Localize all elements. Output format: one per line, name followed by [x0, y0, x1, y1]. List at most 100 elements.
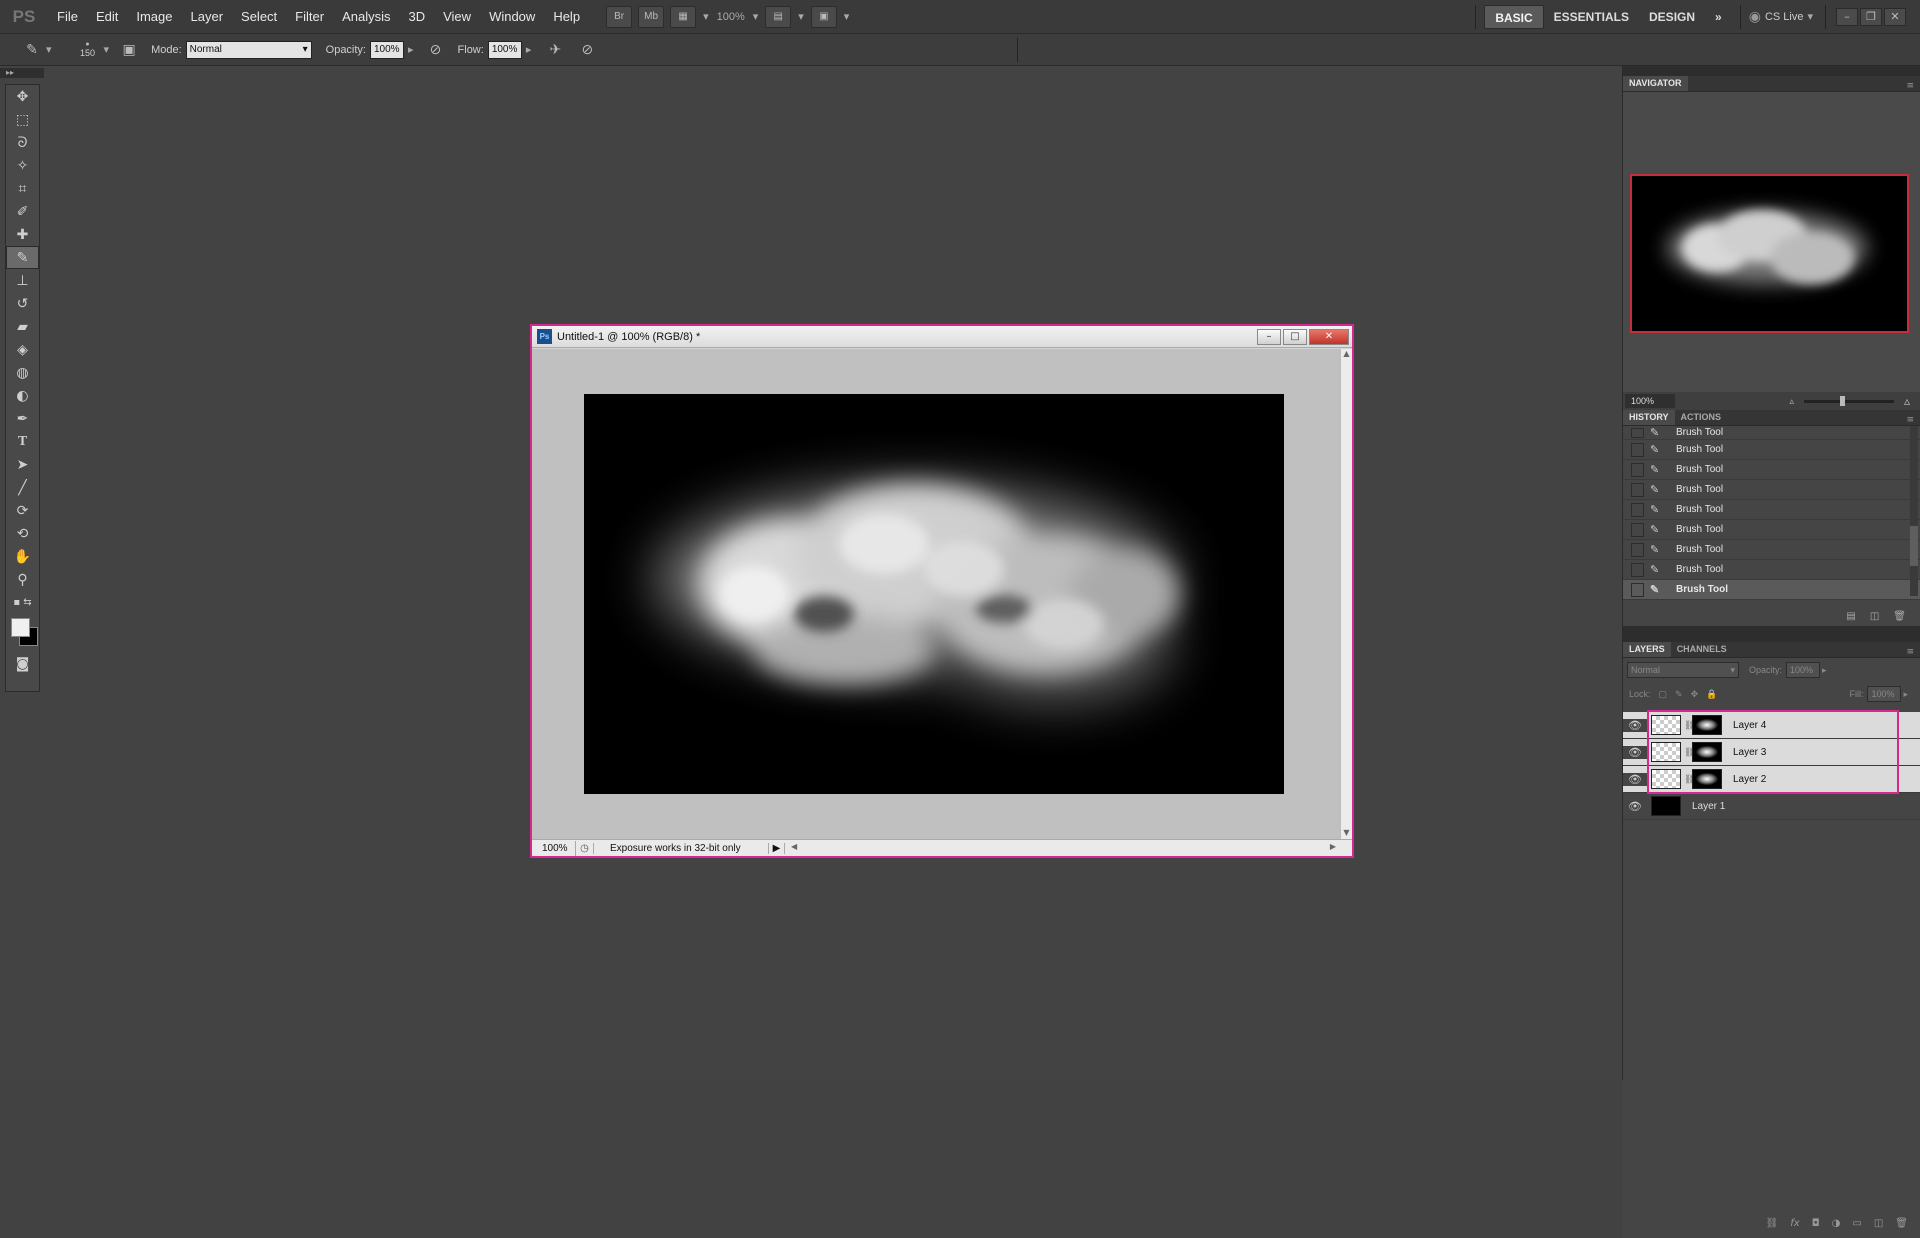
tool-preset-dropdown-icon[interactable]: ▾: [42, 43, 56, 56]
fill-slider-icon[interactable]: ▸: [1903, 689, 1908, 700]
panel-menu-icon[interactable]: ≡: [1906, 415, 1914, 425]
tab-navigator[interactable]: NAVIGATOR: [1623, 76, 1688, 91]
zoom-tool[interactable]: ⚲: [6, 568, 39, 591]
hand-tool[interactable]: ✋: [6, 545, 39, 568]
snapshot-checkbox[interactable]: [1631, 427, 1644, 438]
cs-live-dropdown-icon[interactable]: ▾: [1803, 10, 1817, 23]
airbrush-icon[interactable]: ✈: [545, 40, 565, 60]
menu-3d[interactable]: 3D: [399, 0, 434, 34]
menu-image[interactable]: Image: [127, 0, 181, 34]
menu-analysis[interactable]: Analysis: [333, 0, 399, 34]
brush-panel-toggle-icon[interactable]: ▣: [119, 40, 139, 60]
history-step[interactable]: ✎ Brush Tool: [1623, 480, 1920, 500]
blend-mode-select[interactable]: Normal ▾: [1627, 662, 1739, 678]
menu-select[interactable]: Select: [232, 0, 286, 34]
extras-dropdown-icon[interactable]: ▾: [699, 10, 713, 23]
history-step-current[interactable]: ✎ Brush Tool: [1623, 580, 1920, 600]
add-mask-icon[interactable]: ◘: [1812, 1218, 1820, 1229]
workspace-essentials[interactable]: ESSENTIALS: [1544, 5, 1639, 29]
eraser-tool[interactable]: ▰: [6, 315, 39, 338]
eye-icon[interactable]: 👁: [1623, 745, 1647, 759]
menu-view[interactable]: View: [434, 0, 480, 34]
new-snapshot-icon[interactable]: ◫: [1870, 611, 1879, 622]
lock-position-icon[interactable]: ✥: [1691, 689, 1699, 700]
history-step[interactable]: ✎ Brush Tool: [1623, 540, 1920, 560]
clone-stamp-tool[interactable]: ⊥: [6, 269, 39, 292]
history-step[interactable]: ✎ Brush Tool: [1623, 520, 1920, 540]
lock-pixels-icon[interactable]: ✎: [1675, 689, 1683, 700]
foreground-color[interactable]: [11, 618, 30, 637]
minimize-button[interactable]: –: [1836, 7, 1858, 26]
eye-icon[interactable]: 👁: [1623, 772, 1647, 786]
workspace-design[interactable]: DESIGN: [1639, 5, 1705, 29]
history-scroll-thumb[interactable]: [1910, 526, 1918, 566]
panel-dock-handle[interactable]: [1623, 66, 1920, 76]
status-menu-arrow-icon[interactable]: ▶: [769, 842, 785, 854]
lock-all-icon[interactable]: 🔒: [1706, 689, 1717, 700]
zoom-out-icon[interactable]: ▵: [1789, 396, 1794, 407]
layer-name[interactable]: Layer 2: [1733, 774, 1766, 785]
mode-select[interactable]: Normal ▾: [185, 40, 312, 59]
tab-actions[interactable]: ACTIONS: [1675, 410, 1728, 425]
history-step[interactable]: ✎ Brush Tool: [1623, 460, 1920, 480]
status-zoom[interactable]: 100%: [532, 840, 576, 856]
snapshot-checkbox[interactable]: [1631, 582, 1644, 597]
menu-file[interactable]: File: [48, 0, 87, 34]
history-step[interactable]: ✎ Brush Tool: [1623, 440, 1920, 460]
snapshot-checkbox[interactable]: [1631, 502, 1644, 517]
document-titlebar[interactable]: Ps Untitled-1 @ 100% (RGB/8) * – □ ✕: [532, 326, 1352, 348]
doc-close-button[interactable]: ✕: [1309, 328, 1349, 345]
history-step[interactable]: ✎ Brush Tool: [1623, 560, 1920, 580]
scroll-down-icon[interactable]: ▼: [1341, 828, 1352, 837]
panel-menu-icon[interactable]: ≡: [1906, 647, 1914, 657]
eye-icon[interactable]: 👁: [1623, 800, 1647, 813]
doc-minimize-button[interactable]: –: [1257, 328, 1281, 345]
cs-live-button[interactable]: CS Live: [1765, 11, 1804, 23]
snapshot-checkbox[interactable]: [1631, 542, 1644, 557]
snapshot-checkbox[interactable]: [1631, 442, 1644, 457]
crop-tool[interactable]: ⌗: [6, 177, 39, 200]
vertical-scrollbar[interactable]: ▲ ▼: [1340, 349, 1352, 839]
menu-edit[interactable]: Edit: [87, 0, 127, 34]
layer-row[interactable]: 👁 ⛓ Layer 4: [1623, 712, 1920, 739]
healing-brush-tool[interactable]: ✚: [6, 223, 39, 246]
menu-window[interactable]: Window: [480, 0, 544, 34]
shape-tool[interactable]: ╱: [6, 476, 39, 499]
layer-mask-thumbnail[interactable]: [1692, 715, 1722, 735]
trash-icon[interactable]: 🗑: [1893, 611, 1906, 622]
pressure-opacity-icon[interactable]: ⊘: [426, 40, 446, 60]
restore-button[interactable]: ❐: [1860, 7, 1882, 26]
arrange-documents-button[interactable]: ▤: [765, 5, 792, 28]
extras-button[interactable]: ▦: [670, 5, 697, 28]
tab-channels[interactable]: CHANNELS: [1671, 642, 1733, 657]
link-icon[interactable]: ⛓: [1684, 720, 1695, 731]
navigator-preview[interactable]: [1630, 174, 1909, 333]
eye-icon[interactable]: 👁: [1623, 718, 1647, 732]
fill-input[interactable]: 100%: [1867, 686, 1902, 702]
blur-tool[interactable]: ◍: [6, 361, 39, 384]
cs-live-icon[interactable]: ◉: [1749, 9, 1761, 25]
new-layer-icon[interactable]: ◫: [1874, 1218, 1883, 1229]
panel-menu-icon[interactable]: ≡: [1906, 81, 1914, 91]
doc-maximize-button[interactable]: □: [1283, 328, 1307, 345]
link-layers-icon[interactable]: ⛓: [1766, 1218, 1779, 1229]
link-icon[interactable]: ⛓: [1684, 747, 1695, 758]
tab-layers[interactable]: LAYERS: [1623, 642, 1671, 657]
flow-input[interactable]: 100%: [487, 40, 522, 59]
lock-transparent-icon[interactable]: ▢: [1659, 689, 1668, 700]
zoom-slider-thumb[interactable]: [1839, 395, 1845, 406]
scroll-up-icon[interactable]: ▲: [1341, 349, 1352, 358]
screen-mode-dropdown-icon[interactable]: ▾: [840, 10, 854, 23]
trash-icon[interactable]: 🗑: [1895, 1218, 1908, 1229]
navigator-zoom-slider[interactable]: [1803, 395, 1894, 406]
brush-picker-dropdown-icon[interactable]: ▾: [100, 43, 114, 56]
layer-row[interactable]: 👁 Layer 1: [1623, 793, 1920, 820]
screen-mode-button[interactable]: ▣: [810, 5, 837, 28]
menu-help[interactable]: Help: [544, 0, 589, 34]
menu-layer[interactable]: Layer: [182, 0, 233, 34]
snapshot-checkbox[interactable]: [1631, 462, 1644, 477]
history-brush-tool[interactable]: ↺: [6, 292, 39, 315]
tab-history[interactable]: HISTORY: [1623, 410, 1675, 425]
tools-panel-handle[interactable]: ▸▸: [0, 68, 44, 78]
mini-bridge-button[interactable]: Mb: [638, 5, 665, 28]
